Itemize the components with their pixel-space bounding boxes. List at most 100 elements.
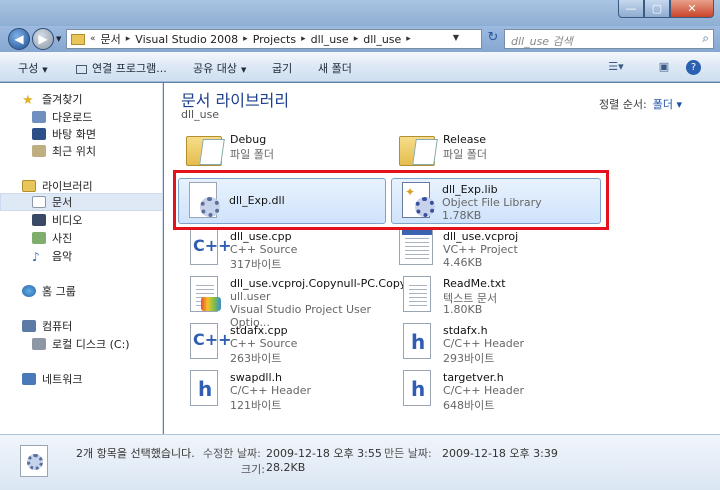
nav-downloads[interactable]: 다운로드 — [32, 108, 162, 126]
header-file-icon: h — [184, 370, 222, 408]
nav-pictures[interactable]: 사진 — [32, 229, 162, 247]
file-item[interactable]: ReadMe.txt 텍스트 문서 1.80KB — [393, 273, 603, 319]
recent-pages-dropdown-icon[interactable]: ▼ — [56, 35, 64, 43]
vcproj-file-icon — [397, 229, 435, 267]
navigation-pane: ★ 즐겨찾기 다운로드 바탕 화면 최근 위치 라이브러리 문서 비디오 사진 ♪… — [0, 83, 163, 434]
address-row: ◀ ▶ ▼ « 문서 ▸ Visual Studio 2008 ▸ Projec… — [0, 26, 720, 52]
arrange-by: 정렬 순서: 폴더 ▾ — [599, 96, 682, 112]
file-item[interactable]: h targetver.h C/C++ Header 648바이트 — [393, 367, 603, 413]
nav-homegroup[interactable]: 홈 그룹 — [22, 282, 162, 300]
cpp-file-icon: C++ — [184, 229, 232, 267]
breadcrumb-documents[interactable]: 문서 — [101, 31, 121, 47]
share-button[interactable]: 공유 대상 ▼ — [193, 60, 246, 76]
minimize-button[interactable]: — — [618, 0, 644, 18]
file-size: 263바이트 — [230, 352, 282, 365]
open-with-label: 연결 프로그램... — [92, 62, 167, 75]
file-type: 파일 폴더 — [230, 148, 274, 161]
folder-icon — [397, 132, 435, 170]
title-bar: — ▢ ✕ — [0, 0, 720, 26]
nav-label: 문서 — [52, 196, 73, 209]
open-with-button[interactable]: 연결 프로그램... — [76, 60, 167, 76]
created-label: 만든 날짜: — [384, 447, 432, 460]
file-item[interactable]: Debug 파일 폴더 — [180, 129, 390, 175]
file-item[interactable]: h stdafx.h C/C++ Header 293바이트 — [393, 320, 603, 366]
nav-label: 최근 위치 — [52, 145, 96, 158]
breadcrumb-prefix[interactable]: « — [90, 34, 96, 44]
organize-label: 구성 — [18, 62, 39, 75]
search-icon[interactable]: ⌕ — [702, 31, 709, 46]
nav-label: 로컬 디스크 (C:) — [52, 338, 130, 351]
refresh-icon[interactable]: ↻ — [484, 30, 502, 48]
nav-computer[interactable]: 컴퓨터 — [22, 317, 162, 335]
nav-favorites[interactable]: ★ 즐겨찾기 — [22, 90, 162, 108]
search-input[interactable]: dll_use 검색 ⌕ — [504, 29, 714, 49]
address-dropdown-icon[interactable]: ▼ — [453, 33, 459, 42]
header-file-icon: h — [397, 370, 435, 408]
star-icon: ★ — [22, 93, 34, 108]
folder-icon — [184, 132, 222, 170]
chevron-right-icon[interactable]: ▸ — [354, 34, 359, 44]
forward-button[interactable]: ▶ — [32, 28, 54, 50]
close-button[interactable]: ✕ — [670, 0, 714, 18]
nav-network[interactable]: 네트워크 — [22, 370, 162, 388]
file-item[interactable]: C++ stdafx.cpp C++ Source 263바이트 — [180, 320, 390, 366]
created-value: 2009-12-18 오후 3:39 — [442, 447, 558, 460]
file-size: 317바이트 — [230, 258, 282, 271]
chevron-right-icon[interactable]: ▸ — [126, 34, 131, 44]
nav-label: 네트워크 — [42, 373, 83, 386]
address-bar[interactable]: « 문서 ▸ Visual Studio 2008 ▸ Projects ▸ d… — [66, 29, 482, 49]
folder-icon — [71, 33, 85, 45]
view-options-icon[interactable]: ☰▾ — [608, 60, 624, 74]
file-name: stdafx.h — [443, 324, 488, 337]
help-icon[interactable]: ? — [686, 60, 701, 75]
drive-icon — [32, 338, 46, 350]
selected-files-icon — [20, 445, 48, 477]
file-item[interactable]: Release 파일 폴더 — [393, 129, 603, 175]
preview-pane-icon[interactable]: ▣ — [656, 60, 672, 74]
file-size: 648바이트 — [443, 399, 495, 412]
chevron-down-icon: ▼ — [42, 66, 48, 74]
nav-label: 음악 — [52, 250, 73, 263]
file-item[interactable]: dll_use.vcproj VC++ Project 4.46KB — [393, 226, 603, 272]
selection-count: 2개 항목을 선택했습니다. — [76, 447, 195, 460]
nav-recent[interactable]: 최근 위치 — [32, 142, 162, 160]
breadcrumb-dll-use-current[interactable]: dll_use — [363, 33, 401, 46]
back-button[interactable]: ◀ — [8, 28, 30, 50]
nav-documents[interactable]: 문서 — [0, 193, 163, 211]
chevron-right-icon[interactable]: ▸ — [301, 34, 306, 44]
nav-label: 다운로드 — [52, 111, 93, 124]
share-label: 공유 대상 — [193, 62, 237, 75]
app-icon — [76, 64, 87, 74]
computer-icon — [22, 320, 36, 332]
organize-button[interactable]: 구성 ▼ — [18, 60, 48, 76]
burn-button[interactable]: 굽기 — [272, 60, 292, 76]
arrange-dropdown[interactable]: 폴더 ▾ — [653, 98, 682, 111]
recent-places-icon — [32, 145, 46, 157]
chevron-down-icon: ▼ — [240, 66, 247, 74]
breadcrumb-projects[interactable]: Projects — [253, 33, 296, 46]
window-controls: — ▢ ✕ — [618, 0, 714, 18]
nav-local-disk[interactable]: 로컬 디스크 (C:) — [32, 335, 162, 353]
file-name: dll_use.vcproj — [443, 230, 519, 243]
file-name-continued: ull.user — [230, 290, 271, 303]
file-item[interactable]: dll_use.vcproj.Copynull-PC.Copyn ull.use… — [180, 273, 413, 329]
nav-desktop[interactable]: 바탕 화면 — [32, 125, 162, 143]
new-folder-button[interactable]: 새 폴더 — [318, 60, 352, 76]
chevron-right-icon[interactable]: ▸ — [406, 34, 411, 44]
nav-label: 비디오 — [52, 214, 83, 227]
file-item[interactable]: h swapdll.h C/C++ Header 121바이트 — [180, 367, 390, 413]
nav-label: 바탕 화면 — [52, 128, 96, 141]
file-size: 4.46KB — [443, 256, 483, 269]
maximize-button[interactable]: ▢ — [644, 0, 670, 18]
nav-label: 사진 — [52, 232, 73, 245]
file-item[interactable]: C++ dll_use.cpp C++ Source 317바이트 — [180, 226, 390, 272]
library-icon — [22, 180, 36, 192]
nav-label: 홈 그룹 — [42, 285, 76, 298]
breadcrumb-dll-use[interactable]: dll_use — [311, 33, 349, 46]
nav-videos[interactable]: 비디오 — [32, 211, 162, 229]
chevron-right-icon[interactable]: ▸ — [243, 34, 248, 44]
breadcrumb-visual-studio[interactable]: Visual Studio 2008 — [135, 33, 238, 46]
nav-music[interactable]: ♪ 음악 — [32, 247, 162, 265]
downloads-icon — [32, 111, 46, 123]
arrange-value: 폴더 — [652, 98, 673, 111]
